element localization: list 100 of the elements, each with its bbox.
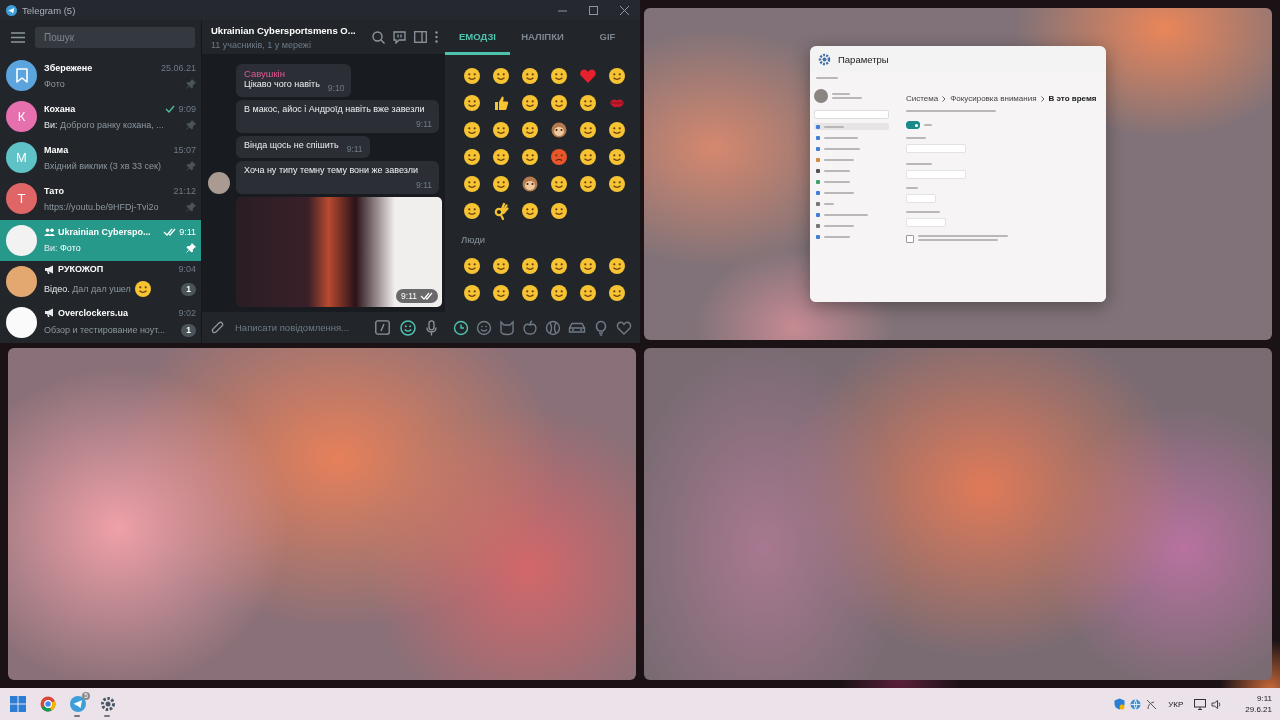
smiley-face-icon xyxy=(462,174,481,193)
chat-time: 15:07 xyxy=(173,144,196,155)
chat-list-item[interactable]: Overclockers.ua 9:02 Обзор и тестирование ноут... 1 xyxy=(0,301,201,343)
chat-time: 9:04 xyxy=(178,264,196,275)
speaker-icon[interactable] xyxy=(1211,698,1223,710)
ball-icon[interactable] xyxy=(545,319,561,336)
apple-icon[interactable] xyxy=(522,319,538,336)
smiley-face-icon xyxy=(578,283,597,302)
smiley-icon[interactable] xyxy=(476,319,492,336)
chat-time: 21:12 xyxy=(173,186,196,196)
message-author: Савушкін xyxy=(244,68,286,79)
chat-list-item[interactable]: РУКОЖОП 9:04 Відео. Дал дал ушел 1 xyxy=(0,260,201,302)
text-line xyxy=(906,211,940,213)
chat-title: Ukrainian Cybersportsmens O... xyxy=(211,24,357,36)
chat-time: 9:11 xyxy=(179,227,196,238)
sidebar-icon[interactable] xyxy=(414,31,427,43)
message-preview: Ви: Доброго ранку кохана, ... xyxy=(44,119,164,130)
close-icon[interactable] xyxy=(620,5,629,15)
maximize-icon[interactable] xyxy=(589,5,598,15)
search-icon[interactable] xyxy=(372,30,385,44)
smiley-face-icon xyxy=(549,174,568,193)
smiley-face-icon xyxy=(578,120,597,139)
smiley-face-icon xyxy=(607,256,626,275)
smiley-face-icon xyxy=(462,66,481,85)
tab[interactable]: GIF xyxy=(575,20,640,55)
smiley-face-icon xyxy=(491,283,510,302)
text-line xyxy=(816,77,838,79)
smiley-face-icon xyxy=(491,120,510,139)
clock-icon[interactable] xyxy=(453,319,469,336)
smiley-face-icon xyxy=(578,174,597,193)
tab[interactable]: ЕМОДЗІ xyxy=(445,20,510,55)
clock[interactable]: 9:11 29.6.21 xyxy=(1245,694,1272,714)
chat-name: Кохана xyxy=(44,103,76,114)
smiley-face-icon xyxy=(520,66,539,85)
smiley-face-icon xyxy=(607,66,626,85)
smiley-face-icon xyxy=(491,174,510,193)
heart-outline-icon[interactable] xyxy=(616,319,632,336)
smiley-face-icon xyxy=(607,120,626,139)
cat-icon[interactable] xyxy=(499,319,515,336)
chat-time: 25.06.21 xyxy=(160,62,196,73)
chat-bubble-icon[interactable] xyxy=(393,30,406,44)
microphone-icon[interactable] xyxy=(426,319,437,336)
search-field[interactable] xyxy=(814,110,889,119)
smiley-face-icon xyxy=(549,201,568,220)
chat-list-item[interactable]: М Мама 15:07 Вхідний виклик (3 хв 33 сек) xyxy=(0,137,201,179)
message-input[interactable]: Написати повідомлення... xyxy=(235,322,365,333)
angry-face-icon xyxy=(549,147,568,166)
avatar-image xyxy=(814,89,828,103)
smiley-icon[interactable] xyxy=(400,319,416,336)
monitor-icon[interactable] xyxy=(1194,698,1207,710)
chat-time: 9:02 xyxy=(178,307,196,318)
sidebar-item[interactable] xyxy=(814,123,889,130)
message-text: Хоча ну типу темну тему вони же завезли xyxy=(244,165,419,175)
globe-icon[interactable] xyxy=(1130,698,1142,710)
message-time: 9:11 xyxy=(416,180,432,191)
time-field[interactable] xyxy=(906,170,966,179)
chat-name: Ukrainian Cyberspo... xyxy=(58,227,151,238)
smiley-face-icon xyxy=(462,256,481,275)
checkbox[interactable] xyxy=(906,235,914,243)
smiley-face-icon xyxy=(520,120,539,139)
telegram-logo-icon xyxy=(69,696,86,712)
smiley-face-icon xyxy=(607,147,626,166)
chat-list-item[interactable]: К Кохана 9:09 Ви: Доброго ранку кохана, ... xyxy=(0,96,201,138)
smiley-face-icon xyxy=(578,147,597,166)
smiley-face-icon xyxy=(491,147,510,166)
window-title: Параметры xyxy=(838,54,889,65)
more-icon[interactable] xyxy=(435,31,438,43)
toggle-switch[interactable] xyxy=(906,121,920,129)
search-field[interactable]: Пошук xyxy=(35,27,195,48)
text-line xyxy=(906,187,918,189)
menu-icon[interactable] xyxy=(11,32,25,43)
bot-command-icon[interactable] xyxy=(375,320,390,335)
chat-name: РУКОЖОП xyxy=(58,264,104,275)
chat-list-item[interactable]: Т Тато 21:12 https://youtu.be/9HFDj-Tvi2o xyxy=(0,178,201,220)
attach-icon[interactable] xyxy=(211,320,225,335)
time-field[interactable] xyxy=(906,144,966,153)
breadcrumb-item: В это время xyxy=(1048,94,1097,103)
smiley-face-icon xyxy=(520,201,539,220)
smiley-face-icon xyxy=(607,283,626,302)
shield-icon[interactable] xyxy=(1114,698,1126,710)
smiley-face-icon xyxy=(520,283,539,302)
smiley-face-icon xyxy=(549,93,568,112)
text-line xyxy=(832,93,850,95)
screenshot-photo[interactable]: 9:11 xyxy=(236,197,442,307)
chat-name: Мама xyxy=(44,144,69,155)
tab[interactable]: НАЛІПКИ xyxy=(510,20,575,55)
breadcrumb-item[interactable]: Система xyxy=(906,94,939,103)
message-text: Вінда щось не спішить xyxy=(244,140,339,150)
smiley-face-icon xyxy=(549,66,568,85)
input-language[interactable]: УКР xyxy=(1168,699,1184,709)
message-preview: Ви: Фото xyxy=(44,243,81,254)
chat-list-item[interactable]: Збережене 25.06.21 Фото xyxy=(0,55,201,97)
chevron-icon xyxy=(942,95,947,102)
chat-name: Збережене xyxy=(44,62,93,73)
network-icon[interactable] xyxy=(1146,698,1158,710)
breadcrumb-item[interactable]: Фокусировка внимания xyxy=(950,94,1037,103)
light-bulb-icon[interactable] xyxy=(593,319,609,336)
chat-subtitle: 11 учасників, 1 у мережі xyxy=(211,39,312,50)
avatar: К xyxy=(6,101,37,133)
text-line xyxy=(832,97,862,99)
